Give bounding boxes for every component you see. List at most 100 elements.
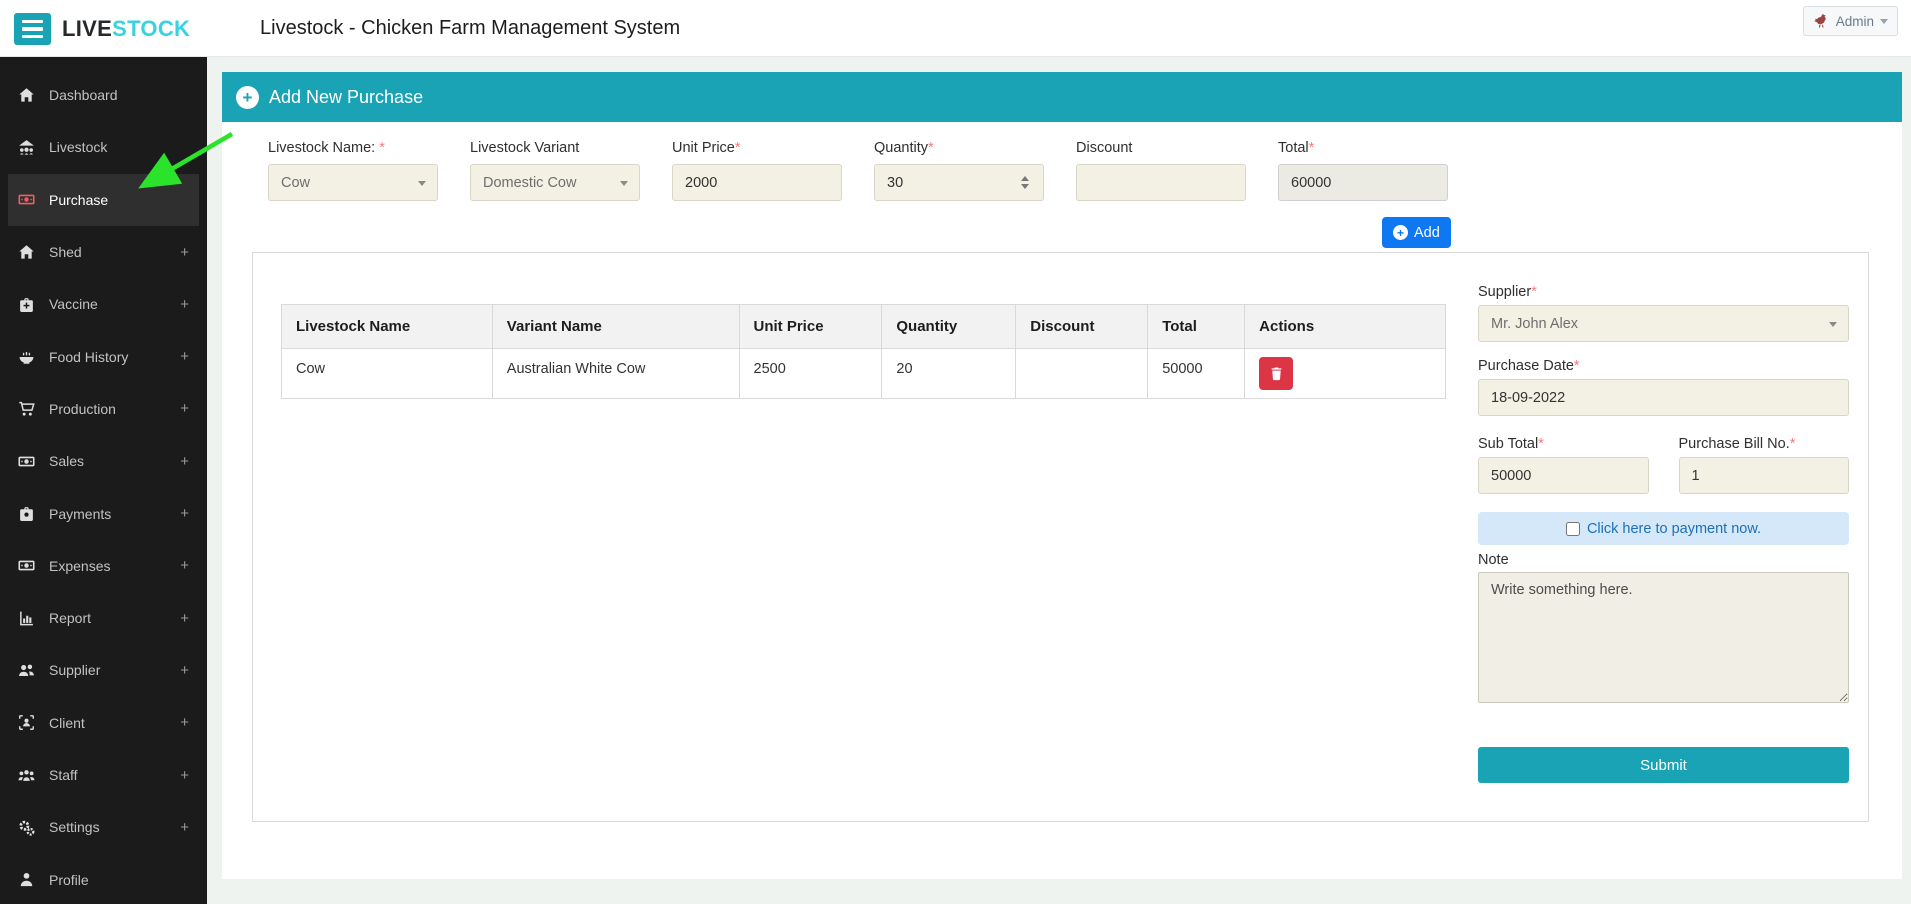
sidebar-item-label: Payments [49,506,111,522]
sidebar-item-purchase[interactable]: Purchase [8,174,199,226]
main-content: + Add New Purchase Livestock Name: *CowL… [207,57,1911,904]
purchase-date-field [1478,379,1849,416]
sidebar-item-label: Sales [49,453,84,469]
purchase-date-input[interactable] [1491,390,1836,406]
table-cell-quantity: 20 [882,349,1016,399]
sidebar-item-shed[interactable]: Shed+ [0,226,207,278]
sidebar-item-livestock[interactable]: Livestock [0,121,207,173]
payment-now-checkbox[interactable] [1566,522,1580,536]
purchase-summary-form: Supplier* Mr. John Alex Purchase Date* S… [1478,284,1849,783]
sidebar-item-label: Livestock [49,139,107,155]
quantity-stepper[interactable] [1019,174,1031,191]
discount-label: Discount [1076,140,1246,156]
app-root: LIVESTOCK Livestock - Chicken Farm Manag… [0,0,1911,904]
note-label: Note [1478,552,1849,568]
sidebar-item-label: Staff [49,767,78,783]
hamburger-menu-button[interactable] [14,13,51,45]
table-header-quantity: Quantity [882,305,1016,349]
sidebar-item-settings[interactable]: Settings+ [0,801,207,853]
delete-row-button[interactable] [1259,357,1293,390]
frame-users-icon [18,714,36,731]
note-textarea[interactable] [1478,572,1849,703]
livestock-variant-select[interactable]: Domestic Cow [470,164,640,201]
total-input[interactable] [1291,175,1435,191]
total-field [1278,164,1448,201]
purchase-bill-no-input[interactable] [1692,468,1837,484]
trash-icon [1269,366,1284,381]
table-header-variant-name: Variant Name [492,305,739,349]
purchase-bill-no-field [1679,457,1850,494]
add-button[interactable]: + Add [1382,217,1451,248]
admin-label: Admin [1836,14,1874,29]
sidebar-item-production[interactable]: Production+ [0,383,207,435]
supplier-value: Mr. John Alex [1491,316,1578,332]
sidebar-item-payments[interactable]: Payments + [0,487,207,539]
sidebar-item-dashboard[interactable]: Dashboard [0,69,207,121]
chart-icon [18,610,36,627]
purchase-items-table: Livestock NameVariant NameUnit PriceQuan… [281,304,1446,399]
sidebar-item-report[interactable]: Report+ [0,592,207,644]
table-header-total: Total [1148,305,1245,349]
users-icon [18,662,36,679]
sidebar-item-sales[interactable]: Sales+ [0,435,207,487]
chevron-down-icon [620,181,628,186]
total-field-col: Total* [1278,140,1448,201]
livestock-name-select[interactable]: Cow [268,164,438,201]
sidebar-item-vaccine[interactable]: Vaccine+ [0,278,207,330]
supplier-select[interactable]: Mr. John Alex [1478,305,1849,342]
quantity-field [874,164,1044,201]
sidebar-item-label: Client [49,715,85,731]
submit-button[interactable]: Submit [1478,747,1849,783]
chevron-down-icon [1829,322,1837,327]
expand-plus-icon: + [180,610,189,627]
unit-price-field [672,164,842,201]
gears-icon [18,819,36,836]
sidebar-item-label: Dashboard [49,87,118,103]
sidebar-nav: Dashboard Livestock Purchase Shed+Vaccine+F… [0,69,207,904]
sub-total-input[interactable] [1491,468,1636,484]
payment-now-label: Click here to payment now. [1587,521,1761,537]
unit-price-input[interactable] [685,175,829,191]
purchase-form-card: Livestock Name: *CowLivestock VariantDom… [222,122,1902,879]
total-label: Total* [1278,140,1448,156]
home-icon [18,87,36,104]
expand-plus-icon: + [180,767,189,784]
chevron-down-icon [1880,19,1888,24]
sidebar-item-client[interactable]: Client+ [0,697,207,749]
plus-circle-icon: + [236,86,259,109]
livestock-variant-field-col: Livestock Variant Domestic Cow [470,140,640,201]
table-header-actions: Actions [1245,305,1446,349]
discount-field [1076,164,1246,201]
table-header-discount: Discount [1016,305,1148,349]
purchase-item-form-row: Livestock Name: *CowLivestock VariantDom… [222,122,1902,201]
expand-plus-icon: + [180,557,189,574]
sidebar-item-supplier[interactable]: Supplier+ [0,644,207,696]
medkit-icon [18,296,36,313]
sidebar-item-food-history[interactable]: Food History+ [0,330,207,382]
add-new-purchase-banner: + Add New Purchase [222,72,1902,122]
purchase-date-label: Purchase Date* [1478,358,1849,374]
admin-menu-button[interactable]: Admin [1803,6,1898,36]
totals-row: Sub Total* Purchase Bill No.* [1478,436,1849,494]
discount-field-col: Discount [1076,140,1246,201]
sidebar-item-label: Purchase [49,192,108,208]
money-icon [18,557,36,574]
expand-plus-icon: + [180,244,189,261]
sidebar-item-profile[interactable]: Profile [0,853,207,904]
top-header: LIVESTOCK Livestock - Chicken Farm Manag… [0,0,1911,57]
users3-icon [18,767,36,784]
quantity-input[interactable] [887,175,1019,191]
payment-now-banner[interactable]: Click here to payment now. [1478,512,1849,545]
livestock-variant-label: Livestock Variant [470,140,640,156]
sidebar-item-label: Production [49,401,116,417]
sidebar-item-staff[interactable]: Staff + [0,749,207,801]
discount-input[interactable] [1089,175,1233,191]
table-cell-actions [1245,349,1446,399]
banner-title: Add New Purchase [269,87,423,108]
rooster-icon [1813,13,1830,30]
table-header-livestock-name: Livestock Name [282,305,493,349]
purchase-details-panel: Livestock NameVariant NameUnit PriceQuan… [252,252,1869,822]
table-cell-livestock-name: Cow [282,349,493,399]
expand-plus-icon: + [180,505,189,522]
sidebar-item-expenses[interactable]: Expenses+ [0,540,207,592]
